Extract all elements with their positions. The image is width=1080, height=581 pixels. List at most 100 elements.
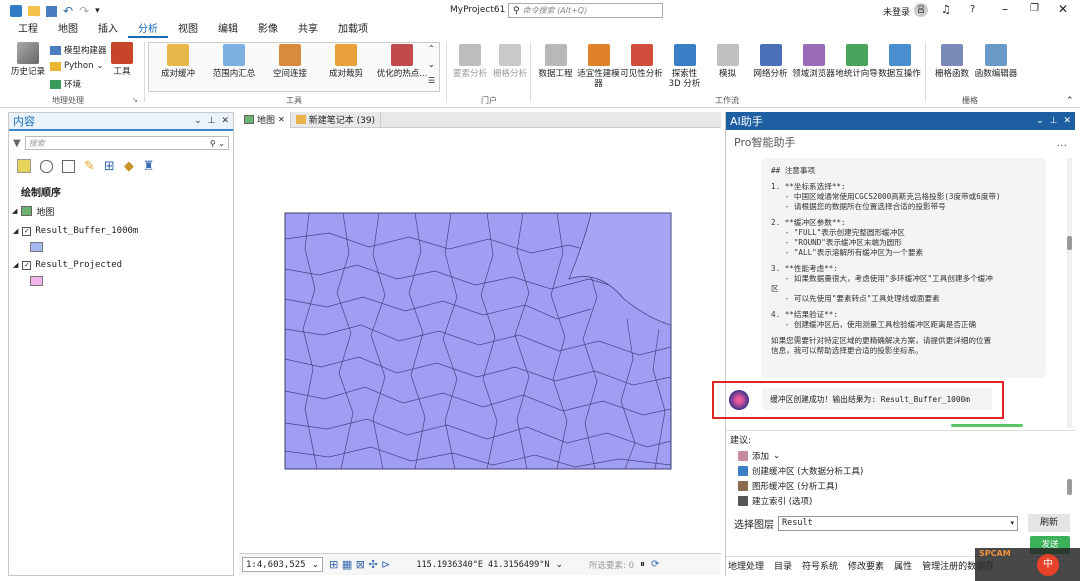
filter-icon[interactable]: ▼ (13, 138, 21, 149)
bottom-tab-3[interactable]: 修改要素 (848, 559, 884, 572)
open-icon[interactable] (28, 6, 40, 16)
dialog-launcher-icon[interactable]: ↘ (132, 96, 138, 104)
customize-icon[interactable]: ▾ (95, 6, 100, 16)
portal-button-0[interactable]: 要素分析 (450, 44, 490, 79)
gallery-button-1[interactable]: 范围内汇总 (206, 44, 262, 79)
list-by-snapping-icon[interactable]: ⊞ (104, 159, 115, 174)
ai-subtitle: Pro智能助手 (734, 136, 796, 149)
notification-icon[interactable]: ♫ (941, 3, 951, 16)
restore-icon[interactable]: ❐ (1030, 3, 1039, 14)
list-by-perspective-icon[interactable]: ♜ (143, 159, 155, 174)
undo-icon[interactable]: ↶ (63, 4, 73, 18)
tab-3[interactable]: 分析 (128, 22, 168, 38)
login-status[interactable]: 未登录 (883, 5, 910, 18)
contents-search-input[interactable]: 搜索 ⚲ ⌄ (24, 136, 229, 150)
raster-button-0[interactable]: 栅格函数 (930, 44, 974, 79)
layer-symbol-swatch[interactable] (30, 242, 43, 252)
tools-button[interactable]: 工具 (108, 42, 136, 77)
layer-symbol-swatch[interactable] (30, 276, 43, 286)
workflow-button-1[interactable]: 适宜性建模器 (577, 44, 620, 89)
list-by-drawing-order-icon[interactable] (17, 159, 31, 173)
pin-icon[interactable]: ⊥ (1050, 116, 1058, 126)
gallery-button-0[interactable]: 成对缓冲 (150, 44, 206, 79)
gallery-button-4[interactable]: 优化的热点... (374, 44, 430, 79)
bottom-tab-1[interactable]: 目录 (774, 559, 792, 572)
close-icon[interactable]: ✕ (278, 115, 285, 124)
redo-icon[interactable]: ↷ (79, 4, 89, 18)
tab-4[interactable]: 视图 (168, 22, 208, 38)
workflow-button-3[interactable]: 探索性 3D 分析 (663, 44, 706, 89)
chevron-down-icon[interactable]: ⌄ (555, 560, 563, 570)
chat-scrollbar-thumb[interactable] (1067, 236, 1072, 250)
suggestion-item[interactable]: 添加 ⌄ (726, 448, 1076, 463)
layer-row[interactable]: ◢ ✓ Result_Buffer_1000m (9, 223, 233, 239)
chat-scrollbar[interactable] (1067, 158, 1072, 428)
help-button[interactable]: ? (970, 4, 975, 15)
collapse-icon[interactable]: ◢ (13, 261, 18, 269)
refresh-icon[interactable]: ⟳ (651, 559, 659, 570)
suggestion-item[interactable]: 创建缓冲区 (大数据分析工具) (726, 463, 1076, 478)
history-button[interactable]: 历史记录 (10, 42, 46, 77)
collapse-ribbon-icon[interactable]: ⌃ (1066, 96, 1074, 106)
map-canvas[interactable] (239, 129, 721, 552)
pause-icon[interactable]: ⏸ (640, 559, 645, 570)
workflow-button-4[interactable]: 模拟 (706, 44, 749, 79)
gallery-expand-icon[interactable]: ☰ (428, 76, 435, 85)
close-icon[interactable]: ✕ (1058, 2, 1068, 16)
tab-5[interactable]: 编辑 (208, 22, 248, 38)
suggestion-item[interactable]: 图形缓冲区 (分析工具) (726, 478, 1076, 493)
python-button[interactable]: Python ⌄ (50, 61, 104, 71)
modelbuilder-button[interactable]: 模型构建器 (50, 44, 107, 56)
environments-button[interactable]: 环境 (50, 78, 81, 90)
tab-notebook[interactable]: 新建笔记本 (39) (291, 111, 382, 128)
list-by-selection-icon[interactable] (62, 159, 75, 173)
gallery-button-2[interactable]: 空间连接 (262, 44, 318, 79)
workflow-button-6[interactable]: 领域浏览器 (792, 44, 835, 79)
user-avatar-icon[interactable]: 吕 (914, 3, 928, 17)
workflow-button-7[interactable]: 地统计向导 (835, 44, 878, 79)
tab-7[interactable]: 共享 (288, 22, 328, 38)
tab-8[interactable]: 加载项 (328, 22, 378, 38)
tab-1[interactable]: 地图 (48, 22, 88, 38)
bottom-tab-2[interactable]: 符号系统 (802, 559, 838, 572)
workflow-button-8[interactable]: 数据互操作 (878, 44, 921, 79)
workflow-button-2[interactable]: 可见性分析 (620, 44, 663, 79)
layer-visibility-checkbox[interactable]: ✓ (22, 260, 32, 270)
collapse-icon[interactable]: ◢ (13, 227, 18, 235)
tab-2[interactable]: 插入 (88, 22, 128, 38)
grid-icon[interactable]: ⊞ ▦ ⊠ ✣ ⊳ (329, 558, 390, 571)
save-icon[interactable] (46, 5, 57, 17)
tab-0[interactable]: 工程 (8, 22, 48, 38)
list-by-editing-icon[interactable]: ✎ (84, 159, 95, 174)
collapse-icon[interactable]: ◢ (12, 207, 17, 215)
gallery-scroll-up-icon[interactable]: ⌃ (428, 44, 435, 53)
pane-options-icon[interactable]: ⌄ (194, 116, 202, 126)
gallery-button-3[interactable]: 成对裁剪 (318, 44, 374, 79)
minimize-icon[interactable]: – (1002, 2, 1008, 16)
list-by-source-icon[interactable] (40, 159, 53, 173)
portal-button-1[interactable]: 栅格分析 (490, 44, 530, 79)
scale-selector[interactable]: 1:4,603,525 ⌄ (242, 557, 324, 572)
layer-visibility-checkbox[interactable]: ✓ (22, 226, 32, 236)
tab-6[interactable]: 影像 (248, 22, 288, 38)
list-by-labeling-icon[interactable]: ◆ (124, 159, 134, 174)
pane-options-icon[interactable]: ⌄ (1036, 116, 1044, 126)
layer-select[interactable]: Result ▾ (778, 515, 1018, 531)
command-search[interactable]: ⚲ 命令搜索 (Alt+Q) (508, 3, 663, 18)
refresh-button[interactable]: 刷新 (1028, 514, 1070, 532)
close-icon[interactable]: ✕ (221, 116, 229, 126)
close-icon[interactable]: ✕ (1063, 116, 1071, 126)
workflow-button-0[interactable]: 数据工程 (534, 44, 577, 79)
pin-icon[interactable]: ⊥ (208, 116, 216, 126)
bottom-tab-0[interactable]: 地理处理 (728, 559, 764, 572)
gallery-scroll-down-icon[interactable]: ⌄ (428, 60, 435, 69)
workflow-button-5[interactable]: 网络分析 (749, 44, 792, 79)
map-node[interactable]: ◢ 地图 (9, 203, 233, 219)
suggestions-scrollbar-thumb[interactable] (1067, 479, 1072, 495)
more-options-button[interactable]: ... (1057, 136, 1068, 149)
tab-map[interactable]: 地图 ✕ (239, 111, 291, 128)
suggestion-item[interactable]: 建立索引 (选项) (726, 493, 1076, 508)
layer-row[interactable]: ◢ ✓ Result_Projected (9, 257, 233, 273)
bottom-tab-4[interactable]: 属性 (894, 559, 912, 572)
raster-button-1[interactable]: 函数编辑器 (974, 44, 1018, 79)
